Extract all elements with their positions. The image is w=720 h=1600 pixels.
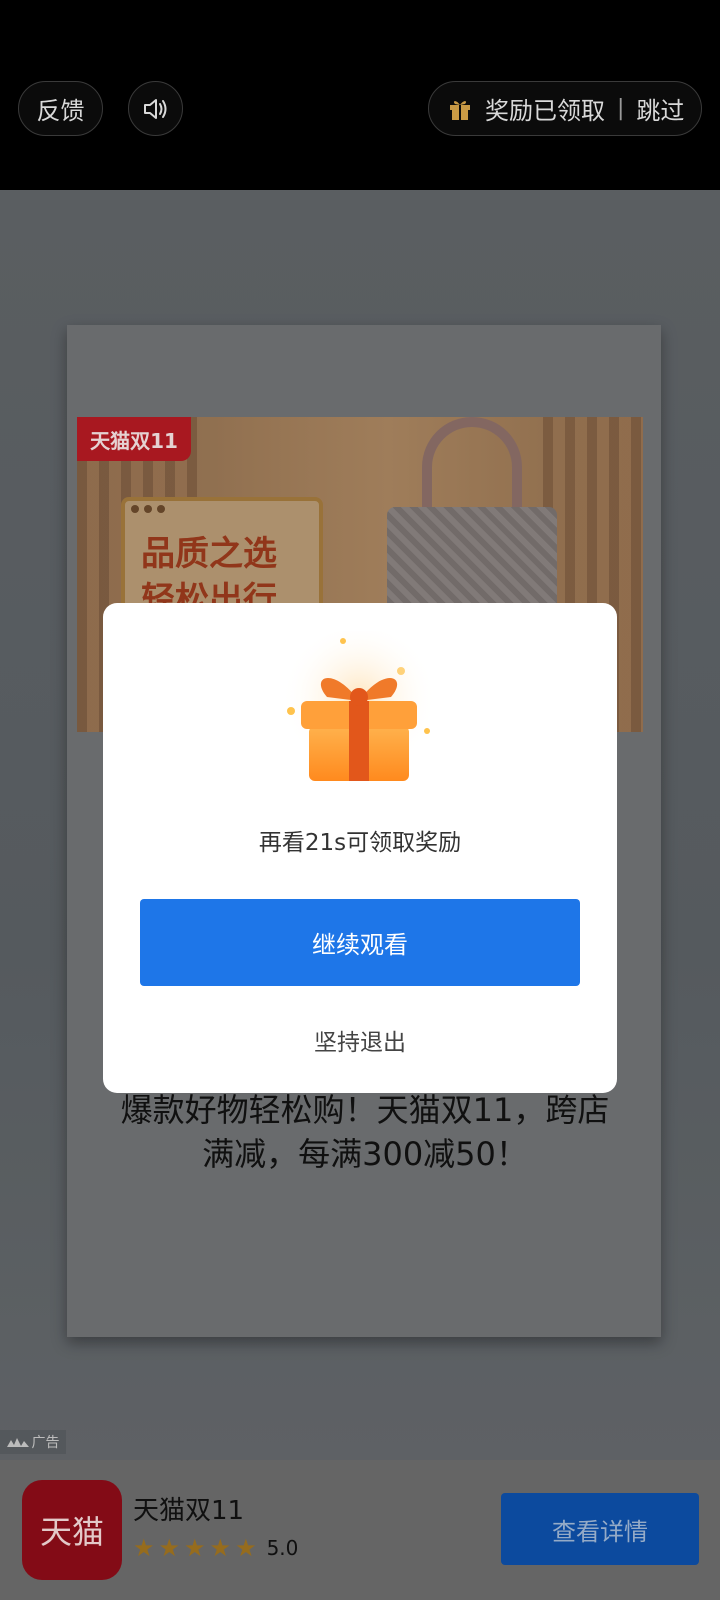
countdown-message: 再看21s可领取奖励	[258, 830, 462, 856]
continue-watching-label: 继续观看	[312, 931, 408, 959]
separator: |	[617, 96, 625, 121]
skip-label: 跳过	[636, 97, 685, 125]
sound-toggle-button[interactable]	[128, 81, 183, 136]
reward-status-text: 奖励已领取	[485, 97, 605, 125]
reward-modal: 再看21s可领取奖励 继续观看 坚持退出	[103, 603, 617, 1093]
feedback-label: 反馈	[36, 97, 85, 125]
reward-skip-button[interactable]: 奖励已领取 | 跳过	[428, 81, 702, 136]
speaker-icon	[143, 98, 166, 119]
exit-anyway-link[interactable]: 坚持退出	[103, 1023, 617, 1057]
continue-watching-button[interactable]: 继续观看	[140, 899, 580, 986]
gift-box-icon	[281, 631, 437, 784]
gift-icon	[450, 100, 470, 120]
top-bar: 反馈 奖励已领取 | 跳过	[0, 0, 720, 190]
feedback-button[interactable]: 反馈	[18, 81, 103, 136]
